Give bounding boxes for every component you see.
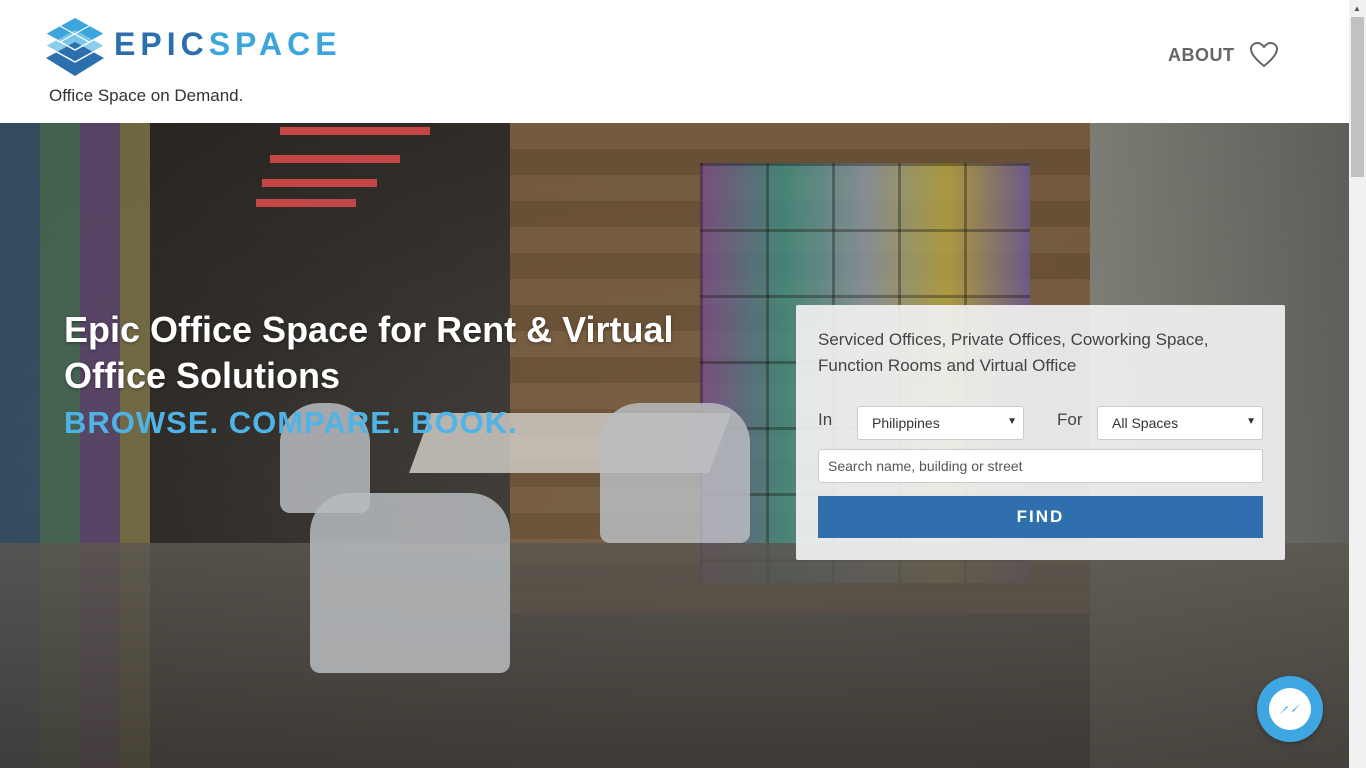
find-button[interactable]: FIND — [818, 496, 1263, 538]
hero-bg-chair — [600, 403, 750, 543]
hero-subtitle: BROWSE. COMPARE. BOOK. — [64, 405, 518, 440]
messenger-icon — [1269, 688, 1311, 730]
site-header: EPICSPACE Office Space on Demand. ABOUT — [0, 0, 1349, 123]
space-type-select-value: All Spaces — [1112, 415, 1179, 431]
in-label: In — [818, 410, 833, 429]
search-input[interactable]: Search name, building or street — [818, 449, 1263, 483]
hero-bg-ceiling-light — [256, 199, 356, 207]
brand-space: SPACE — [208, 26, 342, 62]
logo-cube-icon — [45, 18, 105, 76]
location-select[interactable]: Philippines ▼ — [857, 406, 1024, 440]
hero-bg-ceiling-light — [280, 127, 430, 135]
chevron-down-icon: ▼ — [1007, 416, 1017, 427]
hero-bg-ceiling-light — [262, 179, 377, 187]
nav-about-link[interactable]: ABOUT — [1168, 45, 1235, 66]
brand-wordmark[interactable]: EPICSPACE — [114, 26, 342, 62]
messenger-chat-button[interactable] — [1257, 676, 1323, 742]
brand-epic: EPIC — [114, 26, 209, 62]
tagline: Office Space on Demand. — [49, 86, 244, 105]
location-select-value: Philippines — [872, 415, 940, 431]
search-description: Serviced Offices, Private Offices, Cowor… — [818, 330, 1209, 375]
scrollbar-thumb[interactable] — [1351, 17, 1364, 177]
hero-bg-chair — [310, 493, 510, 673]
search-input-placeholder: Search name, building or street — [828, 458, 1023, 474]
chevron-down-icon: ▼ — [1246, 416, 1256, 427]
hero-bg-floor — [0, 543, 1349, 768]
search-panel: Serviced Offices, Private Offices, Cowor… — [796, 305, 1285, 560]
heart-icon[interactable] — [1250, 42, 1278, 68]
for-label: For — [1057, 410, 1083, 429]
hero-title: Epic Office Space for Rent & Virtual Off… — [64, 309, 674, 396]
scroll-up-icon[interactable]: ▲ — [1353, 4, 1361, 13]
hero-bg-ceiling-light — [270, 155, 400, 163]
space-type-select[interactable]: All Spaces ▼ — [1097, 406, 1263, 440]
page-scrollbar[interactable]: ▲ — [1349, 0, 1366, 768]
